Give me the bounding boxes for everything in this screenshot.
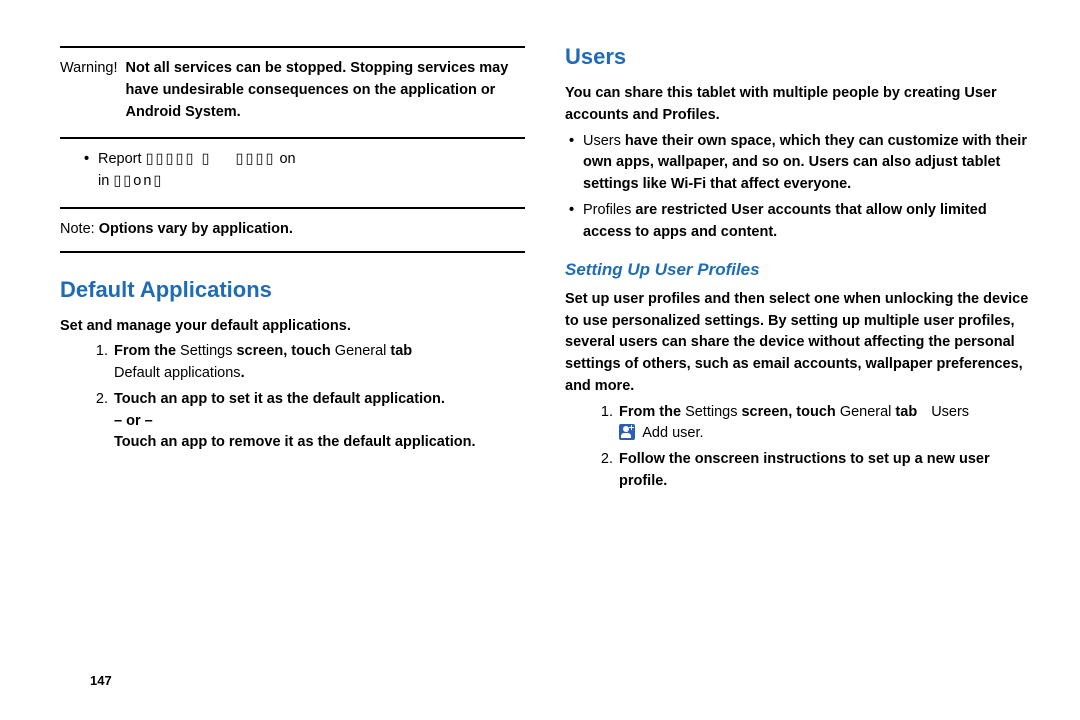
report-word2: on (279, 151, 295, 167)
p1d: General (840, 404, 892, 420)
users-bullet-text: Users have their own space, which they c… (583, 131, 1030, 196)
warning-text: Not all services can be stopped. Stoppin… (125, 58, 525, 123)
profile-step1-text: From the Settings screen, touch General … (619, 402, 983, 446)
heading-default-applications: Default Applications (60, 273, 525, 306)
b1lead: Users (583, 133, 621, 149)
note-text: Options vary by application. (99, 221, 293, 237)
rule-mid3 (60, 251, 525, 253)
step-2-text: Touch an app to set it as the default ap… (114, 389, 475, 454)
step-number-2: 2. (84, 389, 114, 454)
bullet-icon: • (569, 200, 583, 244)
step-1-text: From the Settings screen, touch General … (114, 341, 426, 385)
s1g: . (241, 365, 245, 381)
b2rest: are restricted User accounts that allow … (583, 202, 987, 240)
step-number: 1. (84, 341, 114, 385)
add-user-icon (619, 424, 635, 440)
profile-step2-text: Follow the onscreen instructions to set … (619, 449, 1030, 493)
profile-step-1: 1. From the Settings screen, touch Gener… (589, 402, 1030, 446)
b1rest: have their own space, which they can cus… (583, 133, 1027, 193)
left-column: Warning! Not all services can be stopped… (60, 40, 545, 700)
s1a: From the (114, 343, 176, 359)
s1b: Settings (176, 343, 236, 359)
default-apps-intro: Set and manage your default applications… (60, 316, 525, 338)
s1e: tab (386, 343, 412, 359)
p1add: Add user (642, 425, 699, 441)
rule-mid2 (60, 207, 525, 209)
p1users: Users (931, 404, 969, 420)
rule-mid1 (60, 137, 525, 139)
p1e: tab (891, 404, 917, 420)
bullet-icon: • (569, 131, 583, 196)
s2b: Touch an app to remove it as the default… (114, 434, 475, 450)
users-bullet: • Users have their own space, which they… (569, 131, 1030, 196)
s1f: Default applications (114, 365, 241, 381)
step-2: 2. Touch an app to set it as the default… (84, 389, 525, 454)
page-number: 147 (90, 673, 112, 688)
profiles-intro: Set up user profiles and then select one… (565, 289, 1030, 398)
step-number: 1. (589, 402, 619, 446)
warning-label: Warning! (60, 58, 117, 123)
report-word3: in (98, 173, 109, 189)
report-bullet: • Report ▯▯▯▯▯ ▯ ▯▯▯▯ on in ▯▯on▯ (84, 149, 525, 193)
manual-page: Warning! Not all services can be stopped… (0, 0, 1080, 720)
s1d: General (335, 343, 387, 359)
step-number-2: 2. (589, 449, 619, 493)
step-1: 1. From the Settings screen, touch Gener… (84, 341, 525, 385)
or-text: – or – (114, 413, 153, 429)
profile-step-2: 2. Follow the onscreen instructions to s… (589, 449, 1030, 493)
s2a: Touch an app to set it as the default ap… (114, 391, 445, 407)
p1dot: . (699, 425, 703, 441)
note-label: Note: (60, 221, 95, 237)
report-word1: Report (98, 151, 142, 167)
users-intro: You can share this tablet with multiple … (565, 83, 1030, 127)
right-column: Users You can share this tablet with mul… (545, 40, 1040, 700)
p1b: Settings (685, 404, 737, 420)
note-line: Note: Options vary by application. (60, 219, 525, 241)
p1a: From the (619, 404, 685, 420)
s1c: screen, touch (236, 343, 334, 359)
p1c: screen, touch (737, 404, 839, 420)
profiles-bullet: • Profiles are restricted User accounts … (569, 200, 1030, 244)
rule-top (60, 46, 525, 48)
profiles-bullet-text: Profiles are restricted User accounts th… (583, 200, 1030, 244)
b2lead: Profiles (583, 202, 631, 218)
bullet-icon: • (84, 149, 98, 193)
warning-block: Warning! Not all services can be stopped… (60, 58, 525, 123)
heading-setting-up-profiles: Setting Up User Profiles (565, 257, 1030, 283)
report-text: Report ▯▯▯▯▯ ▯ ▯▯▯▯ on in ▯▯on▯ (98, 149, 296, 193)
heading-users: Users (565, 40, 1030, 73)
